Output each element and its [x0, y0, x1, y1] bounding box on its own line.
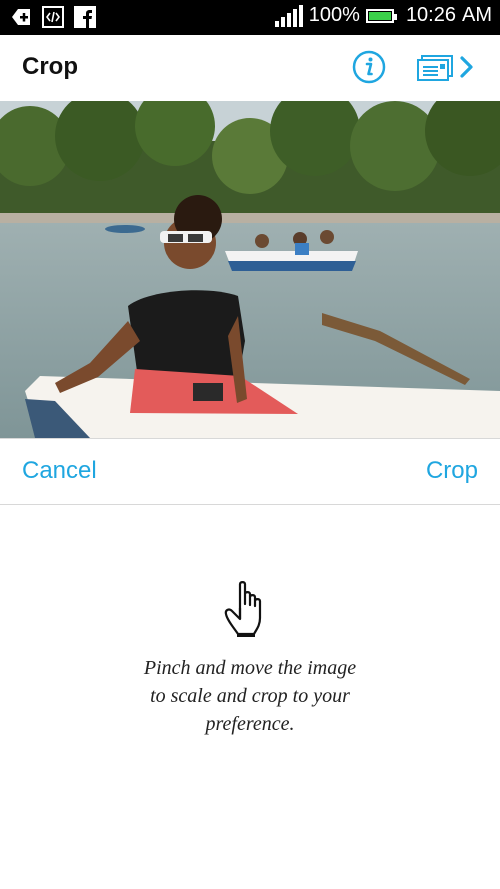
- hand-pointer-icon: [224, 580, 274, 638]
- postcard-next-icon[interactable]: [416, 52, 478, 84]
- crop-image[interactable]: [0, 101, 500, 438]
- info-icon[interactable]: [352, 50, 386, 84]
- battery-icon: [365, 8, 397, 23]
- battery-fill: [368, 11, 391, 20]
- action-bar: Cancel Crop: [0, 438, 500, 505]
- add-icon: [10, 6, 32, 28]
- cancel-button[interactable]: Cancel: [22, 457, 97, 485]
- crop-button[interactable]: Crop: [426, 457, 478, 485]
- clock-ampm: AM: [462, 4, 492, 26]
- facebook-icon: [74, 6, 96, 28]
- battery-percent: 100%: [308, 4, 360, 26]
- clock-time: 10:26: [405, 4, 456, 26]
- signal-icon: [274, 4, 303, 27]
- code-icon: [42, 6, 64, 28]
- app-header: Crop: [0, 35, 500, 101]
- status-bar: 100% 10:26 AM: [0, 0, 500, 35]
- page-title: Crop: [22, 53, 78, 80]
- instructions-text: Pinch and move the image to scale and cr…: [143, 657, 357, 735]
